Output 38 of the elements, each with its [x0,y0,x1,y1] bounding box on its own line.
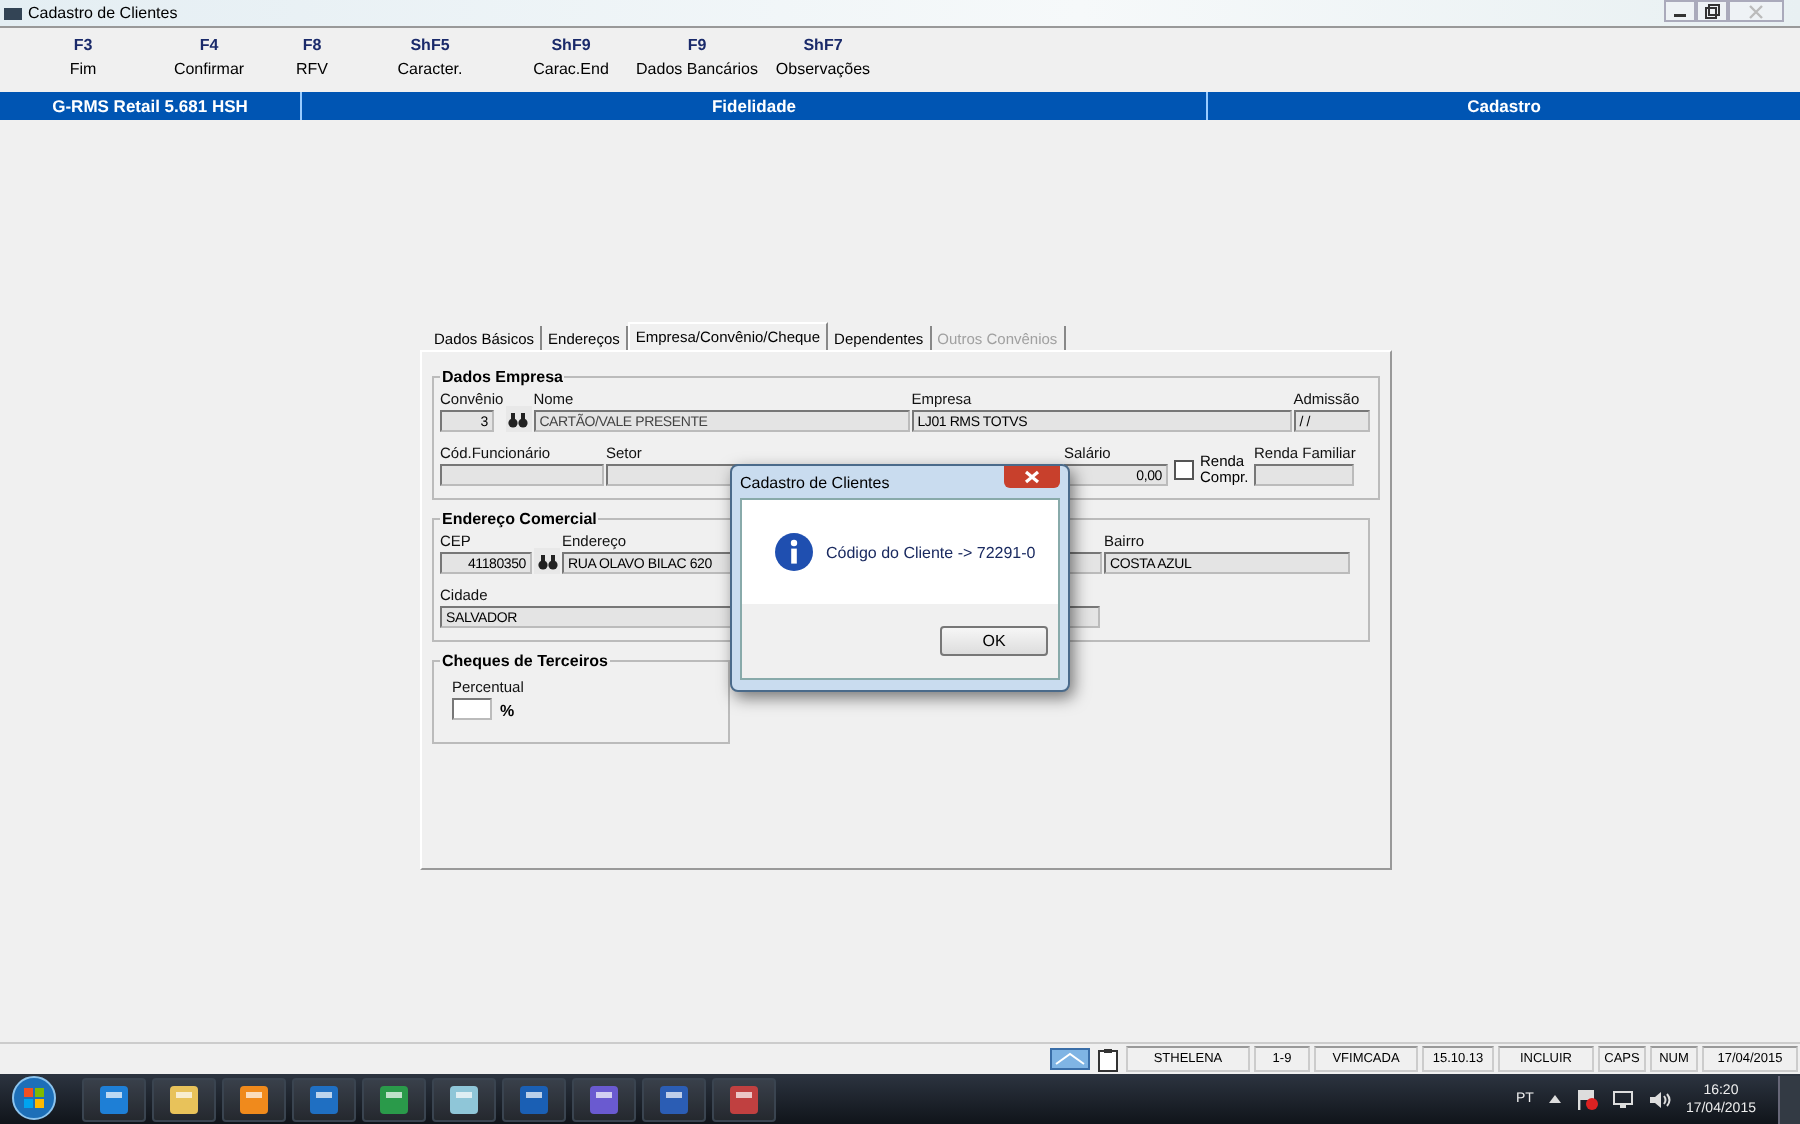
dialog-title: Cadastro de Clientes [740,473,890,491]
binoculars-icon[interactable] [534,548,560,574]
close-icon [1024,470,1040,484]
ok-button[interactable]: OK [940,626,1048,656]
input-field[interactable] [452,698,492,720]
window-title: Cadastro de Clientes [28,4,178,22]
close-icon [1748,3,1764,19]
group-title: Endereço Comercial [440,510,599,528]
minimize-button[interactable] [1664,0,1696,22]
function-key-button[interactable]: F9 Dados Bancários [634,34,760,82]
unit-label: % [500,702,515,720]
clipboard-icon [1098,1047,1118,1071]
group-title: Cheques de Terceiros [440,652,610,670]
binoculars-icon[interactable] [505,406,532,432]
function-key-button[interactable]: ShF5 Caracter. [352,34,508,82]
network-icon[interactable] [1611,1089,1634,1109]
flag-icon[interactable] [1575,1088,1598,1110]
function-key-button[interactable]: F3 Fim [20,34,146,82]
mode-label: Cadastro [1465,94,1543,120]
function-key-button[interactable]: F4 Confirmar [146,34,272,82]
dialog-message: Código do Cliente -> 72291-0 [826,543,1036,561]
input-field[interactable] [1254,464,1354,486]
speaker-icon[interactable] [1647,1089,1672,1109]
close-button[interactable] [1004,466,1060,488]
restore-button[interactable] [1696,0,1728,22]
restore-icon [1704,3,1720,19]
module-label: Fidelidade [302,92,1208,120]
function-key-button[interactable]: ShF9 Carac.End [508,34,634,82]
keyboard-icon [1050,1048,1090,1070]
function-key-button[interactable]: F8 RFV [272,34,352,82]
info-icon [774,532,814,572]
start-button[interactable] [8,1075,60,1123]
group-title: Dados Empresa [440,368,565,386]
input-field[interactable] [440,464,604,486]
function-key-button[interactable]: ShF7 Observações [760,34,886,82]
checkbox[interactable] [1174,460,1194,480]
caret-icon[interactable] [1547,1094,1562,1104]
version-label: G-RMS Retail 5.681 HSH [0,92,302,120]
